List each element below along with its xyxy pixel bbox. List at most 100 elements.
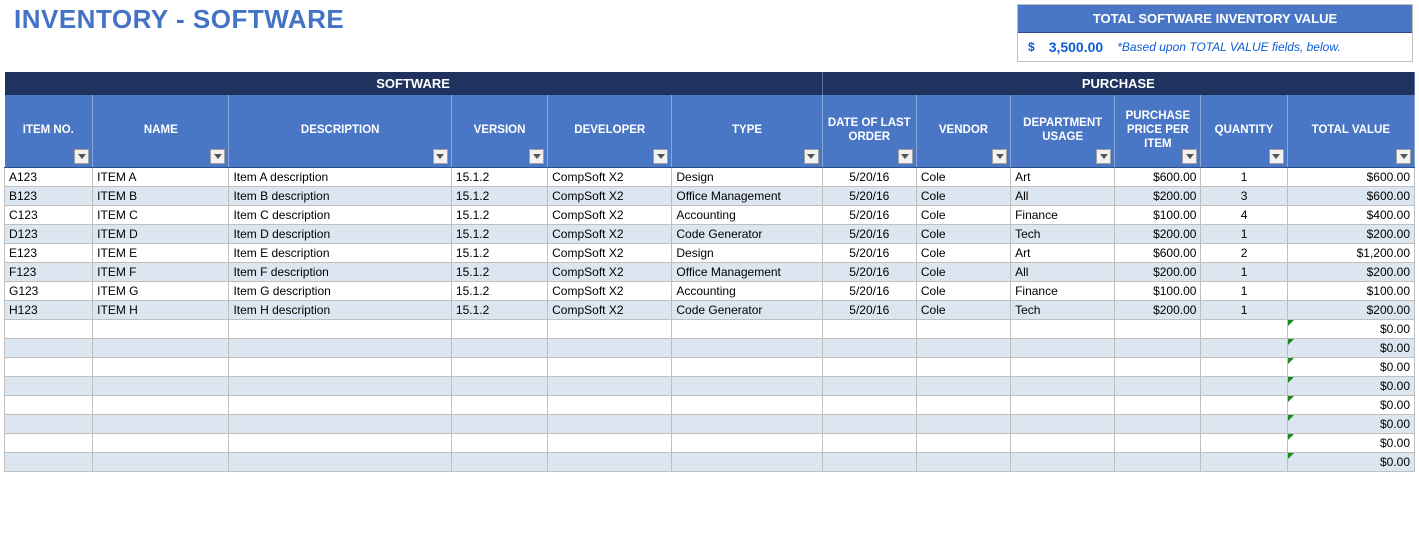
filter-dropdown-icon[interactable] <box>1396 149 1411 164</box>
cell-type[interactable]: Accounting <box>672 205 822 224</box>
cell-qty[interactable]: 2 <box>1201 243 1287 262</box>
filter-dropdown-icon[interactable] <box>529 149 544 164</box>
cell-total[interactable]: $100.00 <box>1287 281 1414 300</box>
cell-item_no[interactable]: C123 <box>5 205 93 224</box>
cell-total[interactable]: $0.00 <box>1287 357 1414 376</box>
cell-total[interactable]: $400.00 <box>1287 205 1414 224</box>
cell-dept[interactable]: Finance <box>1011 205 1115 224</box>
cell-vendor[interactable]: Cole <box>916 262 1010 281</box>
cell-version[interactable]: 15.1.2 <box>451 186 547 205</box>
cell-qty[interactable] <box>1201 319 1287 338</box>
cell-version[interactable] <box>451 395 547 414</box>
cell-price[interactable] <box>1115 414 1201 433</box>
cell-version[interactable] <box>451 338 547 357</box>
table-row-empty[interactable]: $0.00 <box>5 414 1415 433</box>
cell-date[interactable]: 5/20/16 <box>822 281 916 300</box>
cell-developer[interactable]: CompSoft X2 <box>548 167 672 186</box>
cell-vendor[interactable]: Cole <box>916 300 1010 319</box>
cell-dept[interactable]: All <box>1011 186 1115 205</box>
cell-version[interactable] <box>451 452 547 471</box>
cell-vendor[interactable] <box>916 338 1010 357</box>
cell-qty[interactable]: 1 <box>1201 262 1287 281</box>
cell-developer[interactable] <box>548 357 672 376</box>
cell-developer[interactable]: CompSoft X2 <box>548 205 672 224</box>
cell-item_no[interactable] <box>5 452 93 471</box>
filter-dropdown-icon[interactable] <box>1182 149 1197 164</box>
cell-name[interactable] <box>93 319 229 338</box>
cell-date[interactable]: 5/20/16 <box>822 186 916 205</box>
cell-description[interactable] <box>229 414 451 433</box>
cell-date[interactable]: 5/20/16 <box>822 167 916 186</box>
cell-version[interactable]: 15.1.2 <box>451 167 547 186</box>
filter-dropdown-icon[interactable] <box>804 149 819 164</box>
cell-name[interactable]: ITEM H <box>93 300 229 319</box>
cell-name[interactable]: ITEM B <box>93 186 229 205</box>
cell-item_no[interactable]: A123 <box>5 167 93 186</box>
cell-version[interactable] <box>451 433 547 452</box>
cell-type[interactable]: Design <box>672 167 822 186</box>
cell-version[interactable] <box>451 357 547 376</box>
table-row[interactable]: E123ITEM EItem E description15.1.2CompSo… <box>5 243 1415 262</box>
cell-dept[interactable] <box>1011 414 1115 433</box>
filter-dropdown-icon[interactable] <box>1096 149 1111 164</box>
cell-price[interactable] <box>1115 319 1201 338</box>
cell-name[interactable] <box>93 433 229 452</box>
cell-name[interactable] <box>93 452 229 471</box>
cell-developer[interactable]: CompSoft X2 <box>548 243 672 262</box>
cell-qty[interactable] <box>1201 395 1287 414</box>
cell-version[interactable]: 15.1.2 <box>451 300 547 319</box>
cell-date[interactable] <box>822 433 916 452</box>
cell-total[interactable]: $200.00 <box>1287 300 1414 319</box>
cell-price[interactable]: $200.00 <box>1115 224 1201 243</box>
cell-dept[interactable]: Art <box>1011 243 1115 262</box>
cell-item_no[interactable] <box>5 414 93 433</box>
cell-version[interactable]: 15.1.2 <box>451 262 547 281</box>
cell-name[interactable]: ITEM F <box>93 262 229 281</box>
cell-developer[interactable]: CompSoft X2 <box>548 224 672 243</box>
cell-price[interactable] <box>1115 357 1201 376</box>
cell-description[interactable]: Item E description <box>229 243 451 262</box>
cell-name[interactable]: ITEM D <box>93 224 229 243</box>
cell-developer[interactable] <box>548 452 672 471</box>
cell-type[interactable] <box>672 376 822 395</box>
cell-item_no[interactable]: D123 <box>5 224 93 243</box>
cell-total[interactable]: $600.00 <box>1287 167 1414 186</box>
cell-price[interactable] <box>1115 433 1201 452</box>
cell-developer[interactable] <box>548 433 672 452</box>
table-row-empty[interactable]: $0.00 <box>5 319 1415 338</box>
cell-vendor[interactable]: Cole <box>916 186 1010 205</box>
cell-type[interactable]: Design <box>672 243 822 262</box>
cell-total[interactable]: $1,200.00 <box>1287 243 1414 262</box>
cell-version[interactable]: 15.1.2 <box>451 224 547 243</box>
cell-price[interactable]: $100.00 <box>1115 205 1201 224</box>
cell-date[interactable] <box>822 414 916 433</box>
cell-type[interactable] <box>672 357 822 376</box>
cell-type[interactable] <box>672 414 822 433</box>
table-row[interactable]: G123ITEM GItem G description15.1.2CompSo… <box>5 281 1415 300</box>
cell-dept[interactable] <box>1011 357 1115 376</box>
cell-description[interactable] <box>229 376 451 395</box>
cell-total[interactable]: $0.00 <box>1287 395 1414 414</box>
cell-vendor[interactable]: Cole <box>916 281 1010 300</box>
cell-dept[interactable] <box>1011 452 1115 471</box>
cell-description[interactable]: Item D description <box>229 224 451 243</box>
cell-item_no[interactable] <box>5 338 93 357</box>
cell-date[interactable] <box>822 319 916 338</box>
cell-date[interactable] <box>822 376 916 395</box>
table-row-empty[interactable]: $0.00 <box>5 357 1415 376</box>
cell-qty[interactable]: 4 <box>1201 205 1287 224</box>
cell-vendor[interactable] <box>916 357 1010 376</box>
cell-qty[interactable] <box>1201 452 1287 471</box>
cell-developer[interactable]: CompSoft X2 <box>548 300 672 319</box>
cell-qty[interactable] <box>1201 338 1287 357</box>
cell-item_no[interactable]: B123 <box>5 186 93 205</box>
cell-developer[interactable]: CompSoft X2 <box>548 281 672 300</box>
cell-name[interactable] <box>93 395 229 414</box>
cell-qty[interactable]: 1 <box>1201 167 1287 186</box>
table-row[interactable]: D123ITEM DItem D description15.1.2CompSo… <box>5 224 1415 243</box>
cell-total[interactable]: $0.00 <box>1287 319 1414 338</box>
cell-price[interactable]: $200.00 <box>1115 262 1201 281</box>
cell-description[interactable] <box>229 433 451 452</box>
cell-name[interactable] <box>93 376 229 395</box>
cell-name[interactable] <box>93 414 229 433</box>
